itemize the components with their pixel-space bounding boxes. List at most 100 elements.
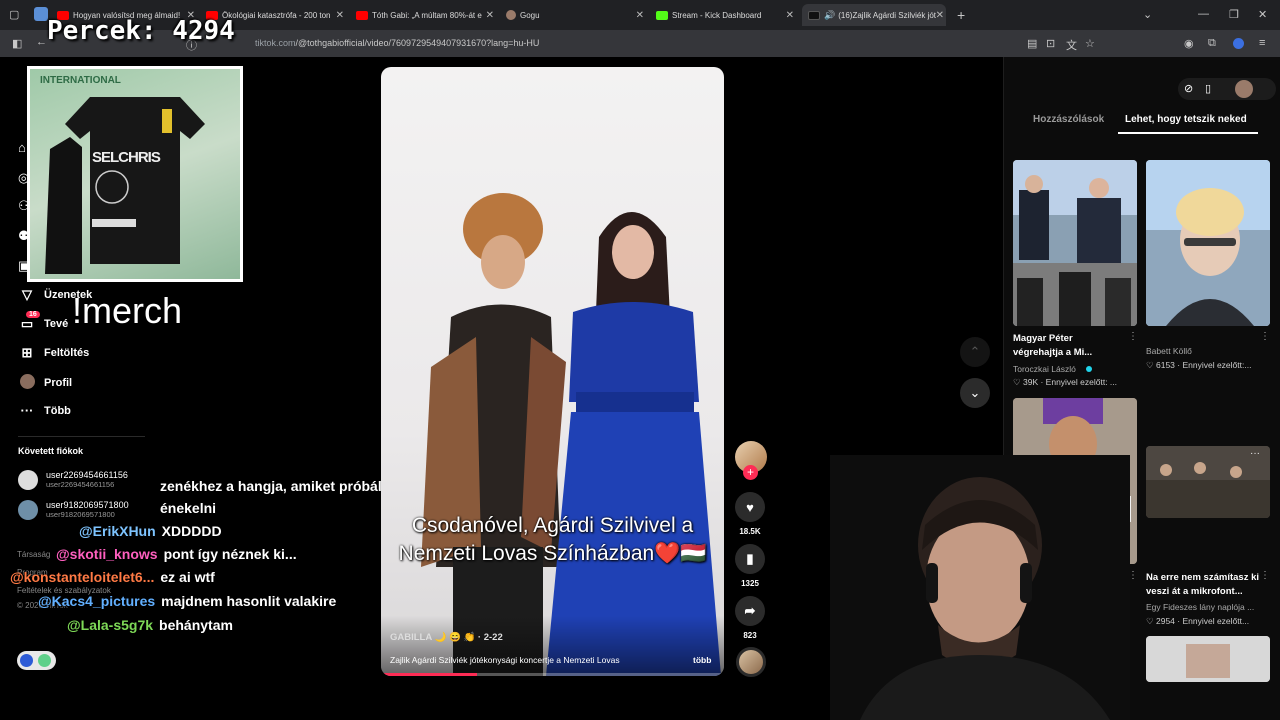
more-options-icon[interactable]: ⋮ — [1260, 570, 1270, 581]
tiktok-icon — [808, 10, 820, 20]
video-author[interactable]: Toroczkai László — [1013, 364, 1076, 374]
active-tab-indicator — [1118, 132, 1258, 134]
close-icon[interactable]: ✕ — [786, 10, 794, 21]
tab-title: Stream - Kick Dashboard — [672, 10, 762, 20]
share-icon: ➦ — [735, 596, 765, 626]
get-app-toggle[interactable] — [17, 651, 56, 670]
tab-3[interactable]: Tóth Gabi: „A múltam 80%-át e ✕ — [356, 4, 496, 26]
bookmark-star-icon[interactable]: ☆ — [1085, 37, 1095, 50]
share-button[interactable]: ➦ 823 — [735, 596, 765, 640]
phone-icon[interactable]: ▯ — [1205, 82, 1211, 95]
save-button[interactable]: ▮ 1325 — [735, 544, 765, 588]
video-author[interactable]: Egy Fideszes lány naplója ... — [1146, 602, 1254, 612]
thumbnail-image — [1146, 160, 1270, 326]
video-thumbnail[interactable] — [1146, 636, 1270, 682]
like-count: 2954 — [1155, 616, 1175, 626]
following-account[interactable]: user9182069571800 user9182069571800 — [18, 500, 129, 520]
profile-icon[interactable]: ◉ — [1184, 37, 1194, 50]
inbox-icon: ▭ 16 — [18, 311, 40, 332]
tab-6-active[interactable]: 🔊 (16)Zajlik Agárdi Szilviék jót ✕ — [802, 4, 946, 26]
sidebar-item-profile[interactable]: Profil — [18, 374, 72, 392]
follow-plus-icon[interactable]: + — [743, 465, 758, 480]
window-close-icon[interactable]: ✕ — [1258, 8, 1267, 21]
thumbnail-image — [1146, 636, 1270, 682]
minimize-icon[interactable]: — — [1198, 8, 1209, 20]
video-age: Ennyivel ezelőtt... — [1182, 616, 1250, 626]
avatar-icon — [506, 10, 516, 20]
chat-message: @ErikXHun XDDDDD — [79, 523, 222, 539]
avatar-icon — [18, 374, 36, 392]
video-info-gradient — [381, 616, 724, 676]
video-title[interactable]: Na erre nem számítasz ki veszi át a mikr… — [1146, 571, 1268, 599]
following-account[interactable]: user2269454661156 user2269454661156 — [18, 470, 128, 490]
tab-comments[interactable]: Hozzászólások — [1033, 114, 1104, 125]
maximize-icon[interactable]: ❐ — [1229, 8, 1239, 21]
video-caption-text: Csodanóvel, Agárdi Szilvivel a Nemzeti L… — [398, 514, 694, 565]
chat-text: énekelni — [160, 500, 217, 516]
video-title[interactable]: Magyar Péter végrehajtja a Mi... — [1013, 332, 1123, 360]
video-thumbnail[interactable] — [1013, 160, 1137, 326]
progress-fill — [381, 673, 478, 676]
minutes-counter: Percek: 4294 — [47, 16, 235, 46]
like-count: 39K — [1022, 377, 1039, 387]
extensions-icon[interactable]: ⧉ — [1208, 37, 1216, 50]
account-icon[interactable] — [1233, 38, 1244, 49]
menu-icon[interactable]: ≡ — [1259, 37, 1265, 49]
power-icon — [38, 654, 51, 667]
merch-shirt-brand: SELCHRIS — [92, 149, 161, 166]
sidebar-item-more[interactable]: ··· Több — [18, 403, 71, 418]
streamer-camera-image — [830, 455, 1130, 720]
close-icon[interactable]: ✕ — [936, 10, 944, 21]
music-disc-icon[interactable] — [736, 647, 766, 677]
home-icon[interactable]: ⌂ — [18, 140, 26, 155]
chat-text: pont így néznek ki... — [163, 546, 297, 562]
account-handle: user9182069571800 — [46, 510, 115, 519]
close-icon[interactable]: ✕ — [486, 10, 494, 21]
chevron-down-icon[interactable]: ⌄ — [1143, 8, 1152, 21]
chat-user: @Kacs4_pictures — [38, 593, 156, 609]
more-options-icon[interactable]: ⋮ — [1128, 331, 1138, 342]
compass-icon[interactable]: ⊘ — [1184, 82, 1193, 95]
verified-icon — [1086, 366, 1092, 372]
tab-actions-icon[interactable]: ▢ — [9, 8, 19, 21]
install-icon[interactable]: ⊡ — [1046, 37, 1055, 50]
more-icon: ··· — [20, 403, 34, 418]
video-author[interactable]: GABILLA 🌙 😄 👏 · 2-22 — [390, 632, 503, 643]
sidebar-item-label: Feltöltés — [44, 347, 90, 359]
previous-video-button[interactable]: ⌃ — [960, 337, 990, 367]
video-author[interactable]: Babett Köllő — [1146, 346, 1192, 356]
tab-5[interactable]: Stream - Kick Dashboard ✕ — [656, 4, 796, 26]
url-field[interactable]: tiktok.com/@tothgabiofficial/video/76097… — [185, 33, 1020, 53]
video-player[interactable]: Csodanóvel, Agárdi Szilvivel a Nemzeti L… — [381, 67, 724, 676]
next-video-button[interactable]: ⌄ — [960, 378, 990, 408]
footer-link[interactable]: Társaság — [17, 550, 50, 559]
speaker-icon: 🔊 — [824, 9, 836, 20]
more-options-icon[interactable]: ⋮ — [1260, 331, 1270, 342]
panel-toolbar: ⊘ ▯ — [1178, 78, 1276, 100]
sidebar-item-label: Több — [44, 404, 71, 417]
heart-icon: ♥ — [735, 492, 765, 522]
new-tab-icon[interactable]: + — [957, 7, 965, 23]
sidebar-item-upload[interactable]: ⊞ Feltöltés — [18, 345, 90, 361]
close-icon[interactable]: ✕ — [336, 10, 344, 21]
plus-square-icon: ⊞ — [21, 345, 33, 360]
reader-icon[interactable]: ▤ — [1027, 37, 1037, 50]
like-button[interactable]: ♥ 18.5K — [735, 492, 765, 536]
progress-track[interactable] — [381, 673, 724, 676]
more-link[interactable]: több — [693, 655, 711, 665]
merch-image: INTERNATIONAL SELCHRIS — [30, 69, 240, 279]
following-title: Követett fiókok — [18, 446, 84, 456]
video-thumbnail[interactable] — [1146, 160, 1270, 326]
tab-group-icon[interactable] — [34, 7, 48, 21]
sidebar-item-label: Profil — [44, 377, 73, 389]
avatar[interactable] — [1235, 80, 1253, 98]
more-options-icon[interactable]: ··· — [1250, 448, 1260, 459]
sidebar-item-inbox[interactable]: ▭ 16 Tevé — [18, 311, 68, 332]
back-arrow-icon[interactable]: ← — [36, 36, 47, 48]
tab-you-may-like[interactable]: Lehet, hogy tetszik neked — [1125, 114, 1247, 125]
close-icon[interactable]: ✕ — [636, 10, 644, 21]
translate-icon[interactable]: 文 — [1066, 37, 1077, 53]
tab-title: Gogu — [520, 10, 540, 20]
sidebar-toggle-icon[interactable]: ◧ — [12, 37, 22, 50]
tab-4[interactable]: Gogu ✕ — [506, 4, 646, 26]
